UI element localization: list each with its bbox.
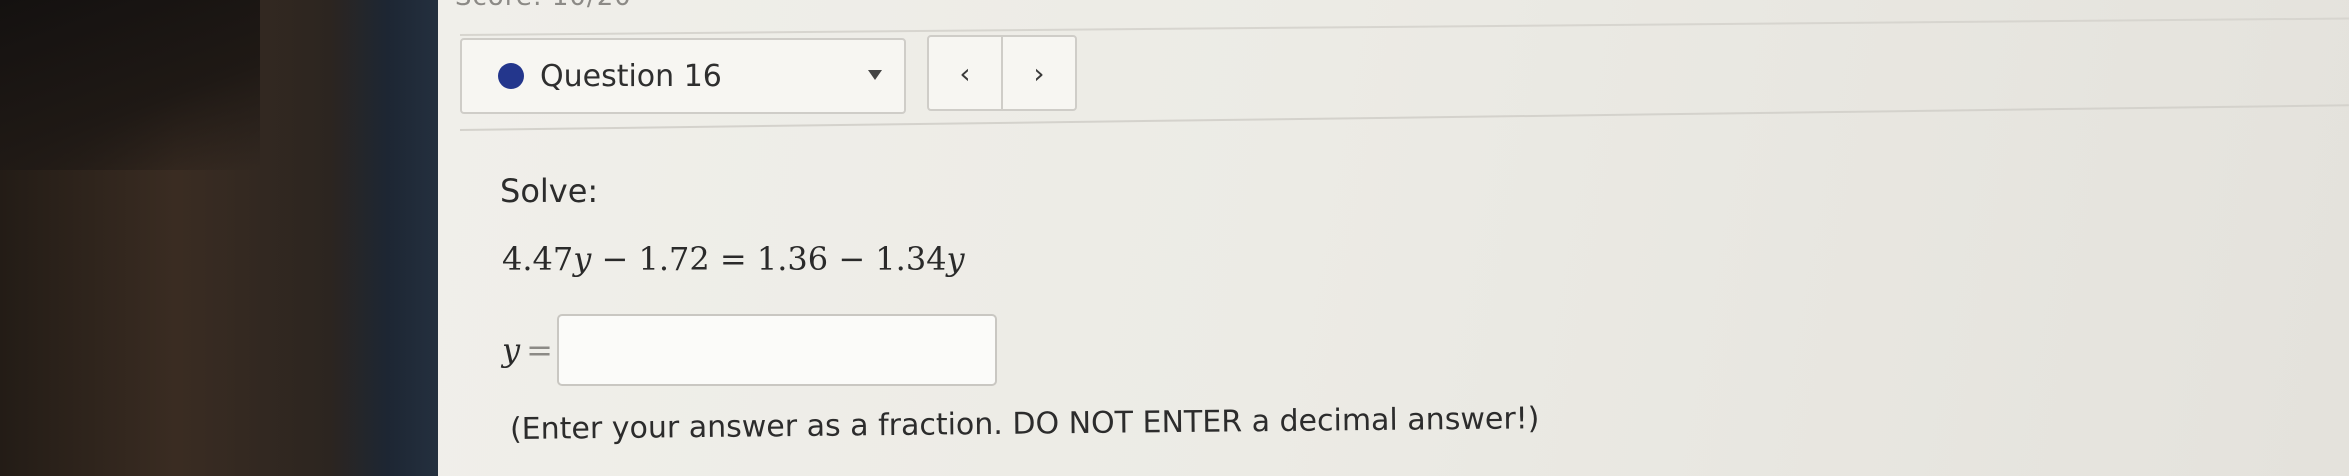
next-question-button[interactable]: › [1003, 37, 1075, 109]
answer-equals: = [526, 331, 553, 369]
equation-var-1: y [573, 240, 592, 278]
answer-row: y = [502, 314, 997, 386]
question-dropdown[interactable]: Question 16 [460, 38, 906, 114]
equation-rhs-coef: 1.34 [875, 240, 947, 278]
equation-middle: − 1.72 = 1.36 − [591, 240, 876, 278]
solve-prompt: Solve: [500, 172, 599, 210]
previous-question-button[interactable]: ‹ [929, 37, 1003, 109]
answer-input[interactable] [556, 314, 997, 386]
equation: 4.47y − 1.72 = 1.36 − 1.34y [502, 240, 965, 278]
score-text-cut: Score: 10/20 [455, 0, 632, 12]
chevron-left-icon: ‹ [959, 56, 971, 90]
answer-variable: y [502, 331, 521, 369]
equation-var-2: y [946, 240, 965, 278]
question-status-dot [498, 63, 524, 89]
caret-down-icon [868, 70, 882, 80]
bezel-shadow [0, 0, 260, 170]
question-dropdown-label: Question 16 [540, 58, 722, 94]
chevron-right-icon: › [1033, 56, 1045, 90]
equation-lhs-coef: 4.47 [502, 240, 574, 278]
question-nav-buttons: ‹ › [927, 35, 1077, 111]
